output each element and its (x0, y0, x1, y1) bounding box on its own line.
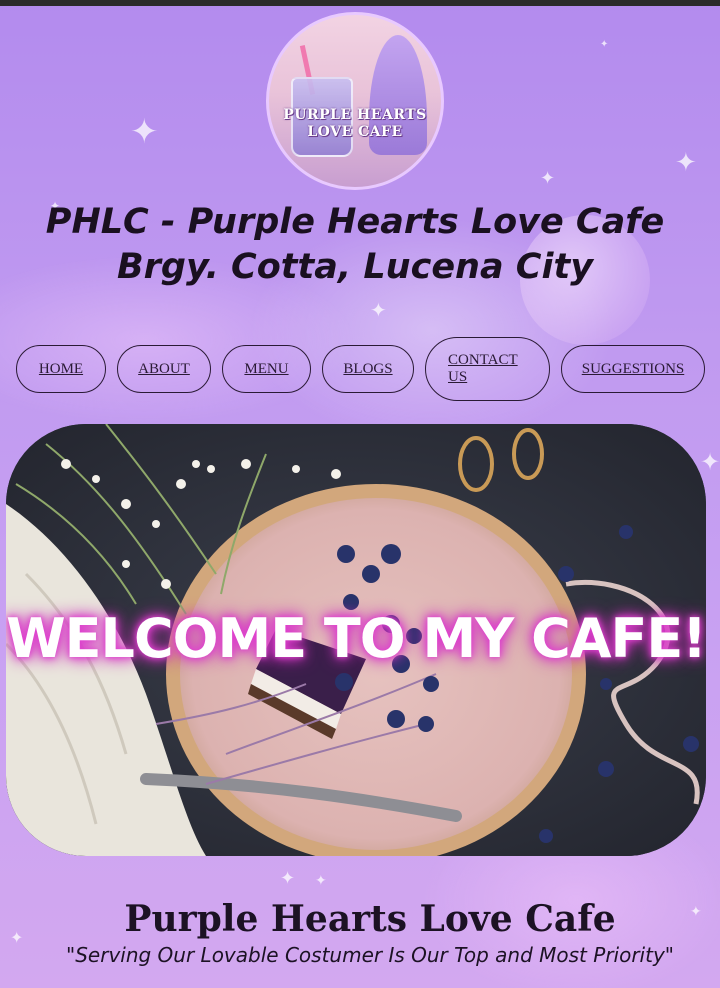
nav-suggestions[interactable]: SUGGESTIONS (561, 345, 705, 393)
tagline: "Serving Our Lovable Costumer Is Our Top… (66, 943, 674, 967)
site-title-line2: Brgy. Cotta, Lucena City (116, 247, 594, 287)
brand-name: Purple Hearts Love Cafe (124, 898, 616, 940)
logo-text: PURPLE HEARTS LOVE CAFE (283, 107, 427, 140)
cafe-logo[interactable]: PURPLE HEARTS LOVE CAFE (266, 12, 444, 190)
sparkle-icon: ✦ (540, 168, 556, 189)
sparkle-icon: ✦ (370, 298, 387, 322)
sparkle-icon: ✦ (280, 868, 296, 889)
sparkle-icon: ✦ (130, 112, 159, 152)
site-title: PHLC - Purple Hearts Love Cafe Brgy. Cot… (0, 200, 710, 290)
site-title-line1: PHLC - Purple Hearts Love Cafe (45, 202, 665, 242)
nav-home[interactable]: HOME (16, 345, 106, 393)
nav-contact-us[interactable]: CONTACT US (425, 337, 550, 401)
nav-contact-us-label: CONTACT US (448, 352, 518, 385)
nav-menu[interactable]: MENU (222, 345, 311, 393)
hero-banner: WELCOME TO MY CAFE! (6, 424, 706, 856)
sparkle-icon: ✦ (315, 873, 327, 889)
sparkle-icon: ✦ (600, 39, 609, 50)
sparkle-icon: ✦ (675, 148, 697, 178)
nav-blogs[interactable]: BLOGS (322, 345, 414, 393)
hero-heading: WELCOME TO MY CAFE! (6, 607, 706, 670)
nav-about[interactable]: ABOUT (117, 345, 211, 393)
top-bar (0, 0, 720, 6)
